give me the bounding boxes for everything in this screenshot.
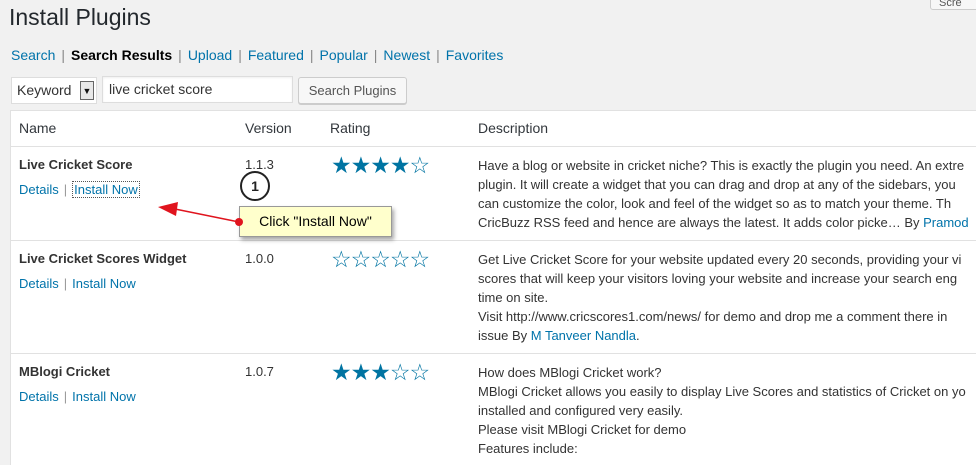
- description-line: Get Live Cricket Score for your website …: [478, 252, 962, 267]
- plugin-description: How does MBlogi Cricket work? MBlogi Cri…: [478, 363, 976, 458]
- description-line: MBlogi Cricket allows you easily to disp…: [478, 384, 966, 399]
- subnav-upload[interactable]: Upload: [188, 47, 232, 63]
- table-row: MBlogi Cricket Details | Install Now 1.0.7…: [11, 354, 976, 465]
- action-separator: |: [63, 389, 68, 404]
- author-link[interactable]: Pramod: [923, 215, 969, 230]
- search-plugins-button[interactable]: Search Plugins: [298, 77, 407, 104]
- star-rating: ★★★☆☆: [331, 359, 431, 386]
- table-header: Name Version Rating Description: [11, 111, 976, 147]
- subnav-separator: |: [238, 47, 242, 63]
- star-filled-icon: ★: [389, 152, 411, 178]
- install-now-link[interactable]: Install Now: [72, 276, 136, 291]
- subnav-search-results: Search Results: [71, 47, 173, 63]
- plugin-description: Get Live Cricket Score for your website …: [478, 250, 976, 345]
- description-line: Features include:: [478, 441, 578, 456]
- subnav-separator: |: [178, 47, 182, 63]
- details-link[interactable]: Details: [19, 182, 59, 197]
- subnav-favorites[interactable]: Favorites: [446, 47, 504, 63]
- description-line: can customize the color, look and feel o…: [478, 196, 952, 211]
- plugin-name: Live Cricket Scores Widget: [19, 251, 187, 266]
- column-header-rating: Rating: [330, 120, 371, 136]
- description-line: CricBuzz RSS feed and hence are always t…: [478, 215, 901, 230]
- subnav-search[interactable]: Search: [11, 47, 55, 63]
- plugin-version: 1.0.7: [245, 364, 274, 379]
- star-empty-icon: ☆: [370, 246, 391, 272]
- subnav-popular[interactable]: Popular: [320, 47, 368, 63]
- description-line: installed and configured very easily.: [478, 403, 683, 418]
- details-link[interactable]: Details: [19, 389, 59, 404]
- column-header-name: Name: [19, 120, 57, 136]
- star-rating: ☆☆☆☆☆: [331, 246, 431, 273]
- plugin-version: 1.1.3: [245, 157, 274, 172]
- subnav-separator: |: [436, 47, 440, 63]
- search-type-value: Keyword: [17, 82, 72, 98]
- dropdown-arrow-icon[interactable]: ▼: [80, 81, 94, 100]
- description-line: Have a blog or website in cricket niche?…: [478, 158, 965, 173]
- star-empty-icon: ☆: [331, 246, 352, 272]
- author-prefix: By: [900, 215, 924, 230]
- author-suffix: .: [636, 328, 640, 343]
- star-filled-icon: ★: [350, 359, 372, 385]
- plugin-name: Live Cricket Score: [19, 157, 133, 172]
- description-line: plugin. It will create a widget that you…: [478, 177, 956, 192]
- star-filled-icon: ★: [370, 152, 391, 178]
- search-type-select[interactable]: Keyword ▼: [11, 77, 97, 104]
- star-filled-icon: ★: [350, 152, 372, 178]
- description-line: Visit http://www.cricscores1.com/news/ f…: [478, 309, 948, 324]
- table-row: Live Cricket Scores Widget Details | Insta…: [11, 241, 976, 354]
- subnav-separator: |: [61, 47, 65, 63]
- star-empty-icon: ☆: [409, 246, 431, 272]
- plugin-actions: Details | Install Now: [19, 181, 140, 198]
- star-empty-icon: ☆: [409, 152, 431, 178]
- subnav-separator: |: [309, 47, 314, 63]
- star-empty-icon: ☆: [409, 359, 431, 385]
- star-filled-icon: ★: [331, 152, 352, 178]
- plugin-results-table: Name Version Rating Description Live Cri…: [10, 110, 976, 465]
- details-link[interactable]: Details: [19, 276, 59, 291]
- page-title: Install Plugins: [9, 4, 151, 30]
- star-empty-icon: ☆: [350, 246, 372, 272]
- star-filled-icon: ★: [331, 359, 352, 385]
- description-line: time on site.: [478, 290, 549, 305]
- star-rating: ★★★★☆: [331, 152, 431, 179]
- install-now-link[interactable]: Install Now: [72, 181, 140, 198]
- column-header-version: Version: [245, 120, 292, 136]
- author-prefix: issue By: [478, 328, 531, 343]
- plugin-version: 1.0.0: [245, 251, 274, 266]
- instruction-callout: Click "Install Now": [239, 206, 392, 237]
- action-separator: |: [63, 276, 68, 291]
- search-input[interactable]: live cricket score: [102, 76, 293, 103]
- subnav-featured[interactable]: Featured: [248, 47, 304, 63]
- plugin-subnav: Search | Search Results | Upload | Featured | Po…: [11, 47, 503, 63]
- install-now-link[interactable]: Install Now: [72, 389, 136, 404]
- star-filled-icon: ★: [370, 359, 391, 385]
- step-number-badge: 1: [240, 171, 270, 201]
- subnav-newest[interactable]: Newest: [383, 47, 430, 63]
- action-separator: |: [63, 182, 68, 197]
- table-row: Live Cricket Score Details | Install Now 1…: [11, 147, 976, 241]
- author-link[interactable]: M Tanveer Nandla: [531, 328, 636, 343]
- description-line: Please visit MBlogi Cricket for demo: [478, 422, 687, 437]
- subnav-separator: |: [373, 47, 378, 63]
- description-line: How does MBlogi Cricket work?: [478, 365, 662, 380]
- plugin-name: MBlogi Cricket: [19, 364, 111, 379]
- screen-options-button[interactable]: Scre: [930, 0, 976, 10]
- plugin-actions: Details | Install Now: [19, 389, 136, 404]
- plugin-actions: Details | Install Now: [19, 276, 136, 291]
- description-line: scores that will keep your visitors lovi…: [478, 271, 958, 286]
- star-empty-icon: ☆: [389, 246, 411, 272]
- star-empty-icon: ☆: [389, 359, 411, 385]
- plugin-description: Have a blog or website in cricket niche?…: [478, 156, 976, 232]
- column-header-description: Description: [478, 120, 549, 136]
